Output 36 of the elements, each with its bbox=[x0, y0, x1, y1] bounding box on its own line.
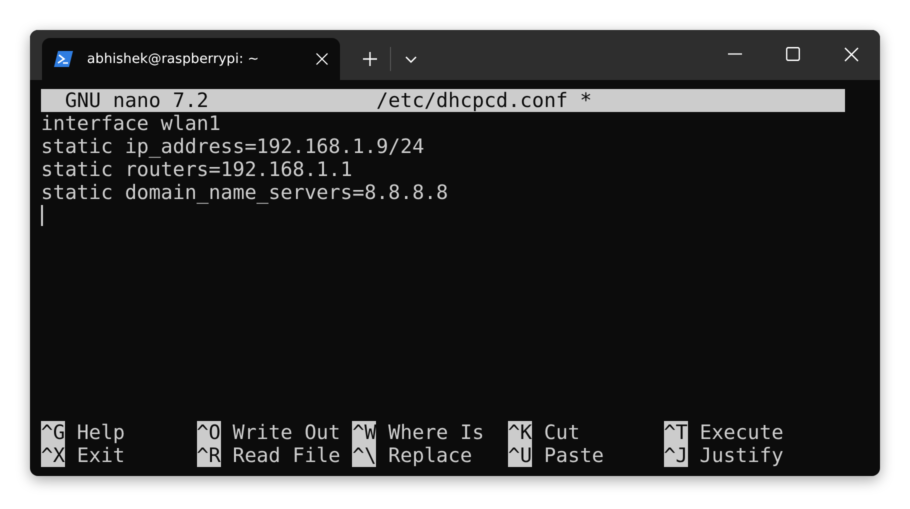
chevron-down-icon bbox=[405, 56, 417, 62]
close-icon bbox=[844, 46, 858, 62]
shortcut-key: ^U bbox=[508, 444, 532, 467]
shortcut-label: Help bbox=[76, 421, 125, 444]
code-line: static ip_address=192.168.1.9/24 bbox=[41, 135, 424, 158]
minimize-icon bbox=[728, 53, 742, 55]
shortcut-label: Cut bbox=[544, 421, 580, 444]
file-name: /etc/dhcpcd.conf * bbox=[376, 89, 592, 112]
shortcut-label: Where Is bbox=[388, 421, 484, 444]
text-cursor bbox=[41, 205, 43, 226]
shortcut-label: Write Out bbox=[232, 421, 340, 444]
terminal-prompt-icon bbox=[54, 51, 73, 67]
shortcut-label: Justify bbox=[700, 444, 784, 467]
shortcut-key: ^K bbox=[508, 421, 532, 444]
program-version: GNU nano 7.2 bbox=[64, 89, 209, 112]
shortcut-label: Paste bbox=[544, 444, 604, 467]
shortcut-key: ^W bbox=[352, 421, 376, 444]
code-line: interface wlan1 bbox=[41, 112, 221, 135]
shortcut-key: ^X bbox=[41, 444, 65, 467]
code-line: static domain_name_servers=8.8.8.8 bbox=[41, 181, 448, 204]
shortcut-key: ^O bbox=[196, 421, 221, 444]
shortcut-label: Read File bbox=[232, 444, 340, 467]
shortcut-key: ^T bbox=[664, 421, 688, 444]
shortcut-key: ^\ bbox=[352, 444, 376, 467]
maximize-icon bbox=[786, 47, 800, 61]
terminal-tab[interactable]: abhishek@raspberrypi: ~ bbox=[42, 38, 340, 80]
plus-icon bbox=[363, 52, 377, 66]
shortcut-key: ^G bbox=[41, 421, 65, 444]
tab-close-button[interactable] bbox=[316, 53, 328, 65]
shortcut-key: ^R bbox=[196, 444, 221, 467]
shortcut-label: Replace bbox=[388, 444, 472, 467]
code-line: static routers=192.168.1.1 bbox=[41, 158, 352, 181]
shortcut-label: Exit bbox=[76, 444, 125, 467]
close-icon bbox=[316, 53, 328, 65]
shortcut-label: Execute bbox=[700, 421, 784, 444]
shortcut-key: ^J bbox=[664, 444, 688, 467]
